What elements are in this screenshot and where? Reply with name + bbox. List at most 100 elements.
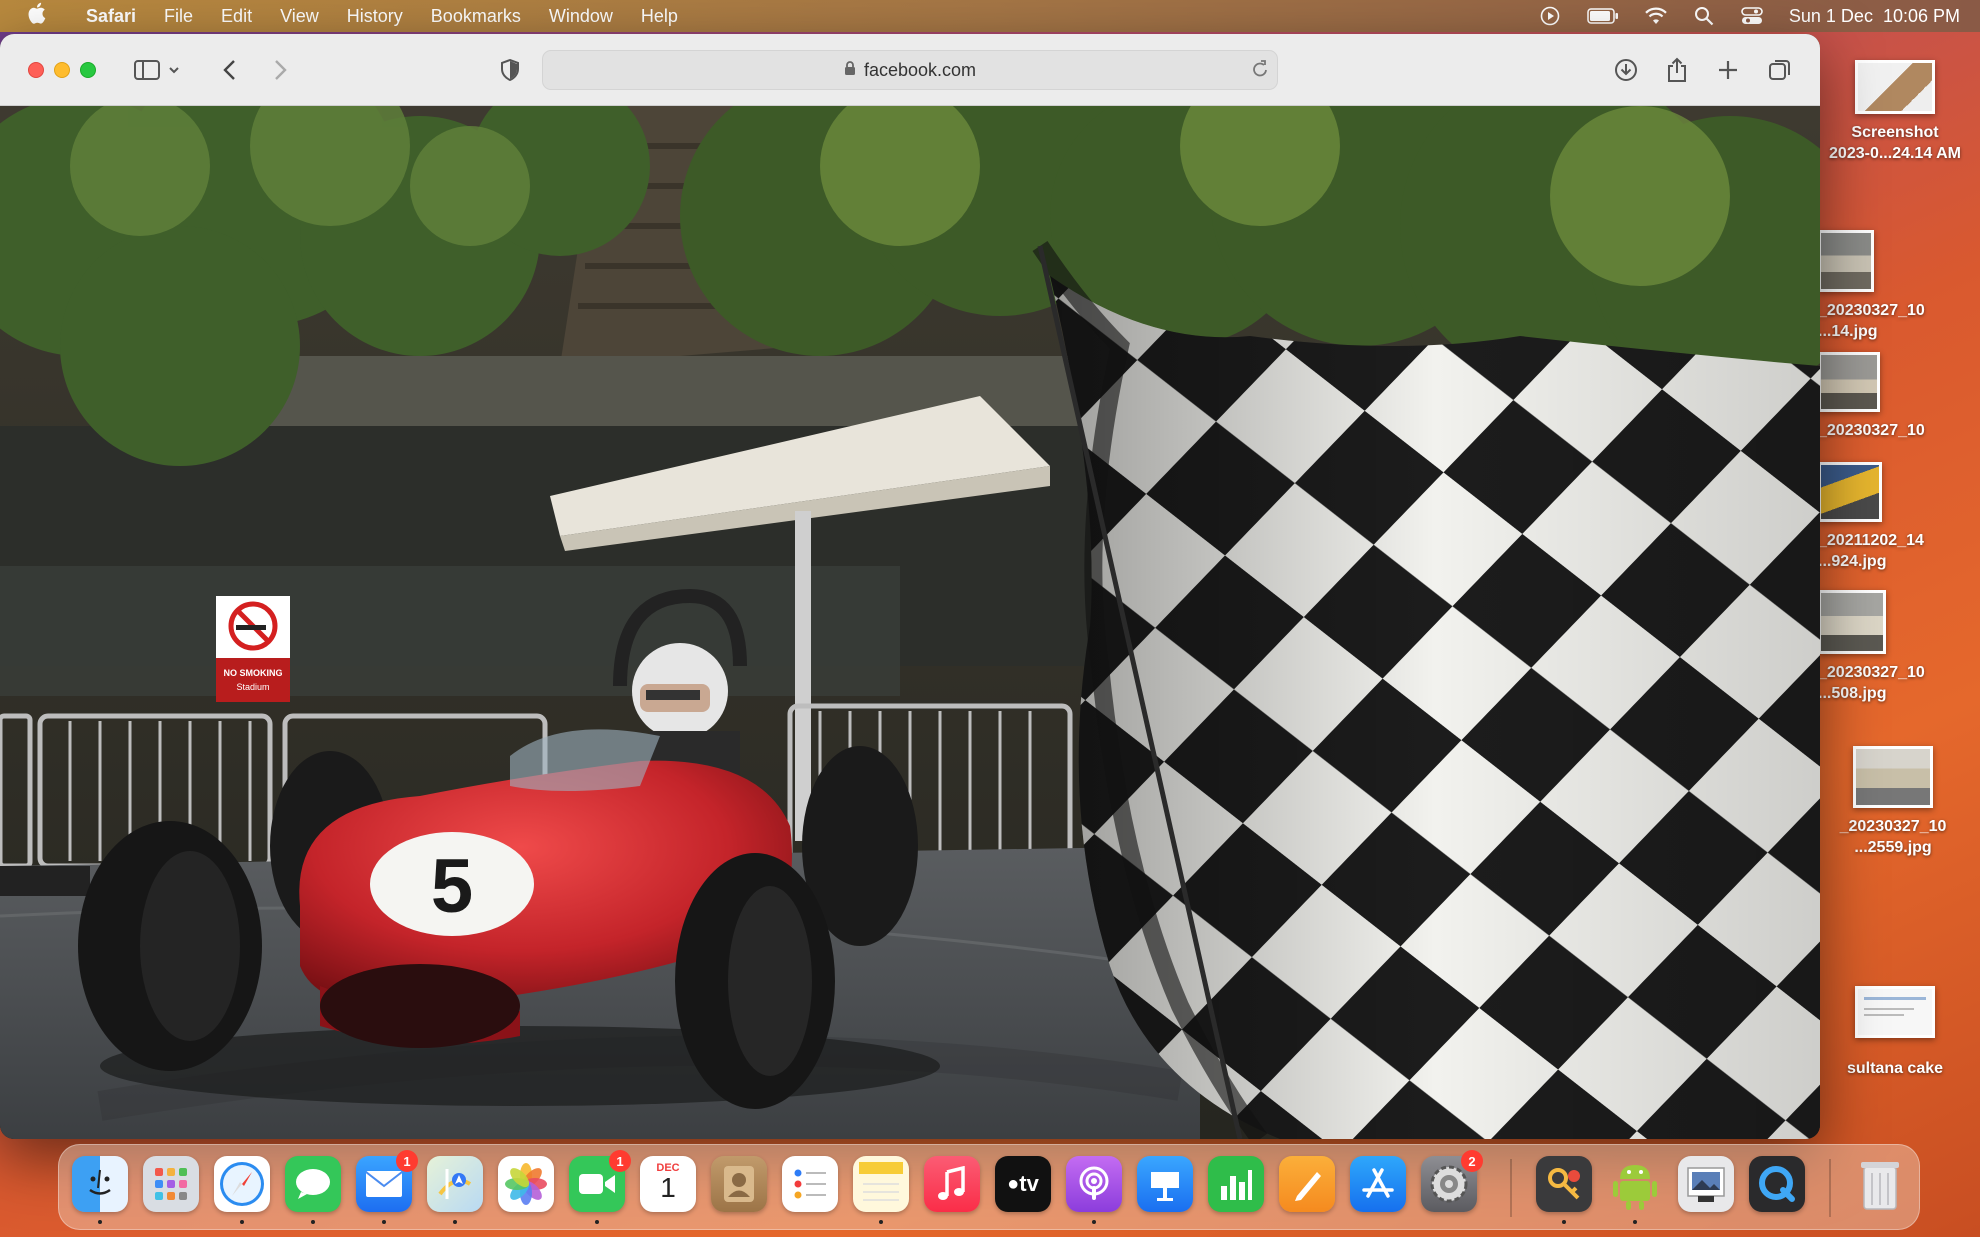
downloads-button[interactable] [1608, 52, 1644, 88]
calendar-app-icon[interactable]: DEC 1 [640, 1156, 696, 1212]
desktop-file-photo-1[interactable]: _20230327_10 ...14.jpg [1818, 230, 1968, 342]
running-indicator [382, 1220, 386, 1224]
menu-window[interactable]: Window [535, 6, 627, 27]
apple-menu-icon[interactable] [0, 2, 72, 30]
file-label: sultana cake [1846, 1060, 1944, 1077]
running-indicator [240, 1220, 244, 1224]
desktop-file-photo-2[interactable]: _20230327_10 [1818, 352, 1968, 441]
photos-app-icon[interactable] [498, 1156, 554, 1212]
trash-icon[interactable] [1852, 1156, 1908, 1212]
menu-app-name[interactable]: Safari [72, 6, 150, 27]
file-thumbnail [1855, 986, 1935, 1038]
reload-icon[interactable] [1251, 59, 1269, 84]
file-thumbnail [1818, 462, 1882, 522]
sidebar-icon [134, 60, 179, 80]
download-icon [1615, 59, 1637, 81]
desktop-file-photo-5[interactable]: _20230327_10 ...2559.jpg [1818, 746, 1968, 858]
file-label: ...2559.jpg [1854, 839, 1932, 856]
battery-icon[interactable] [1587, 5, 1619, 27]
finder-app-icon[interactable] [72, 1156, 128, 1212]
address-bar[interactable]: facebook.com [542, 50, 1278, 90]
sidebar-toggle-button[interactable] [130, 52, 186, 88]
forward-button[interactable] [262, 52, 298, 88]
plus-icon [1719, 61, 1737, 79]
keynote-app-icon[interactable] [1137, 1156, 1193, 1212]
safari-window: facebook.com NO SMOKING Stadium 5 [0, 34, 1820, 1139]
messages-app-icon[interactable] [285, 1156, 341, 1212]
close-window-button[interactable] [28, 62, 44, 78]
tab-overview-button[interactable] [1762, 52, 1798, 88]
file-label: _20230327_10 [1818, 422, 1925, 439]
file-label: ...924.jpg [1818, 553, 1887, 570]
running-indicator [1633, 1220, 1637, 1224]
file-label: _20211202_14 [1818, 532, 1924, 549]
spotlight-search-icon[interactable] [1693, 5, 1715, 27]
app-store-app-icon[interactable] [1350, 1156, 1406, 1212]
new-tab-button[interactable] [1710, 52, 1746, 88]
running-indicator [98, 1220, 102, 1224]
file-thumbnail [1818, 590, 1886, 654]
facetime-app-icon[interactable]: 1 [569, 1150, 631, 1212]
desktop-file-photo-4[interactable]: _20230327_10 ...508.jpg [1818, 590, 1968, 704]
desktop-file-photo-3[interactable]: _20211202_14 ...924.jpg [1818, 462, 1968, 572]
share-button[interactable] [1659, 52, 1695, 88]
running-indicator [311, 1220, 315, 1224]
file-label: Screenshot [1851, 124, 1939, 141]
tv-app-icon[interactable]: ● tv [995, 1156, 1051, 1212]
file-label: 2023-0...24.14 AM [1829, 145, 1961, 162]
menu-file[interactable]: File [150, 6, 207, 27]
wifi-icon[interactable] [1645, 5, 1667, 27]
back-button[interactable] [212, 52, 248, 88]
svg-text:NO SMOKING: NO SMOKING [223, 668, 282, 678]
file-label: _20230327_10 [1818, 664, 1925, 681]
preview-app-icon[interactable] [1678, 1156, 1734, 1212]
settings-badge: 2 [1461, 1150, 1483, 1172]
system-settings-app-icon[interactable]: 2 [1421, 1150, 1483, 1212]
running-indicator [595, 1220, 599, 1224]
facetime-badge: 1 [609, 1150, 631, 1172]
privacy-report-button[interactable] [492, 52, 528, 88]
minimize-window-button[interactable] [54, 62, 70, 78]
zoom-window-button[interactable] [80, 62, 96, 78]
android-file-transfer-app-icon[interactable] [1607, 1156, 1663, 1212]
chevron-right-icon [275, 60, 287, 80]
reminders-app-icon[interactable] [782, 1156, 838, 1212]
file-label: ...14.jpg [1818, 323, 1878, 340]
file-label: ...508.jpg [1818, 685, 1887, 702]
maps-app-icon[interactable] [427, 1156, 483, 1212]
contacts-app-icon[interactable] [711, 1156, 767, 1212]
launchpad-app-icon[interactable] [143, 1156, 199, 1212]
dock-separator [1510, 1159, 1512, 1217]
racing-photo: NO SMOKING Stadium 5 [0, 106, 1820, 1139]
control-center-icon[interactable] [1741, 5, 1763, 27]
now-playing-icon[interactable] [1539, 5, 1561, 27]
menu-bookmarks[interactable]: Bookmarks [417, 6, 535, 27]
music-app-icon[interactable] [924, 1156, 980, 1212]
url-text: facebook.com [863, 59, 977, 80]
menu-view[interactable]: View [266, 6, 333, 27]
file-label: _20230327_10 [1818, 302, 1925, 319]
numbers-app-icon[interactable] [1208, 1156, 1264, 1212]
mail-app-icon[interactable]: 1 [356, 1150, 418, 1212]
safari-app-icon[interactable] [214, 1156, 270, 1212]
svg-text:Stadium: Stadium [236, 682, 269, 692]
podcasts-app-icon[interactable] [1066, 1156, 1122, 1212]
menu-edit[interactable]: Edit [207, 6, 266, 27]
desktop-file-screenshot[interactable]: Screenshot 2023-0...24.14 AM [1820, 60, 1970, 164]
running-indicator [1092, 1220, 1096, 1224]
pages-app-icon[interactable] [1279, 1156, 1335, 1212]
quicktime-app-icon[interactable] [1749, 1156, 1805, 1212]
menu-help[interactable]: Help [627, 6, 692, 27]
safari-toolbar: facebook.com [0, 34, 1820, 106]
shield-icon [501, 59, 519, 81]
menu-history[interactable]: History [333, 6, 417, 27]
dock-separator [1829, 1159, 1831, 1217]
desktop-file-sultana-cake[interactable]: sultana cake [1820, 986, 1970, 1079]
keychain-access-app-icon[interactable] [1536, 1156, 1592, 1212]
notes-app-icon[interactable] [853, 1156, 909, 1212]
page-content: NO SMOKING Stadium 5 [0, 106, 1820, 1139]
clock[interactable]: Sun 1 Dec 10:06 PM [1789, 6, 1960, 27]
file-thumbnail [1818, 352, 1880, 412]
file-thumbnail [1855, 60, 1935, 114]
apple-logo-icon: ● [1007, 1172, 1020, 1195]
